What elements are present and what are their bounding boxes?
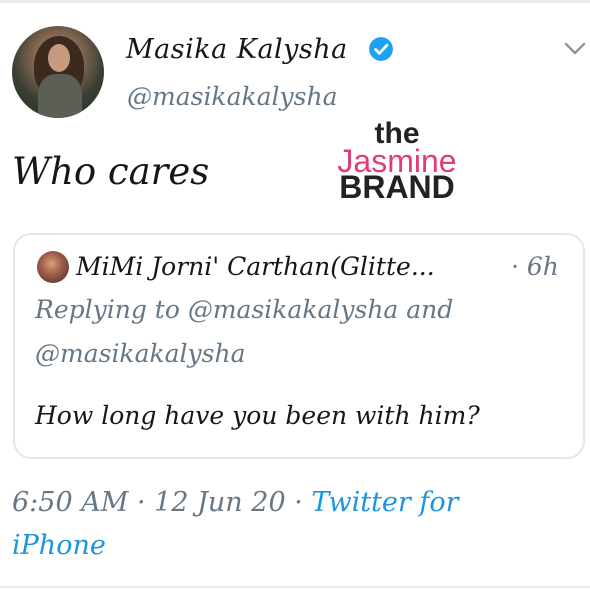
quoted-tweet-card[interactable]: MiMi Jorni' Carthan(Glitte... · 6h Reply…	[13, 233, 585, 459]
meta-separator: ·	[294, 487, 303, 518]
quoted-reply-context: Replying to @masikakalysha and	[35, 295, 454, 324]
watermark-brand: BRAND	[339, 169, 455, 205]
quoted-author-avatar	[37, 251, 69, 283]
quoted-text: How long have you been with him?	[35, 401, 480, 430]
tweet-meta: 6:50 AM · 12 Jun 20 · Twitter for	[12, 487, 459, 518]
top-divider	[0, 0, 590, 3]
tweet-date: 12 Jun 20	[154, 487, 286, 518]
quoted-time: · 6h	[511, 252, 559, 281]
quoted-author-name: MiMi Jorni' Carthan(Glitte...	[76, 252, 435, 281]
meta-separator: ·	[136, 487, 146, 518]
author-handle[interactable]: @masikakalysha	[127, 82, 338, 111]
verified-badge-icon	[369, 37, 393, 61]
tweet-timestamp[interactable]: 6:50 AM	[12, 487, 128, 518]
author-avatar[interactable]	[12, 26, 104, 118]
watermark-logo: the Jasmine BRAND	[322, 118, 472, 205]
author-name[interactable]: Masika Kalysha	[126, 34, 348, 65]
tweet-text: Who cares	[12, 150, 210, 193]
tweet-source-link-cont[interactable]: iPhone	[12, 530, 106, 561]
quoted-reply-context-cont: @masikakalysha	[35, 339, 246, 368]
tweet-source-link[interactable]: Twitter for	[311, 487, 458, 518]
chevron-down-icon[interactable]	[564, 42, 586, 56]
bottom-divider	[0, 586, 590, 588]
